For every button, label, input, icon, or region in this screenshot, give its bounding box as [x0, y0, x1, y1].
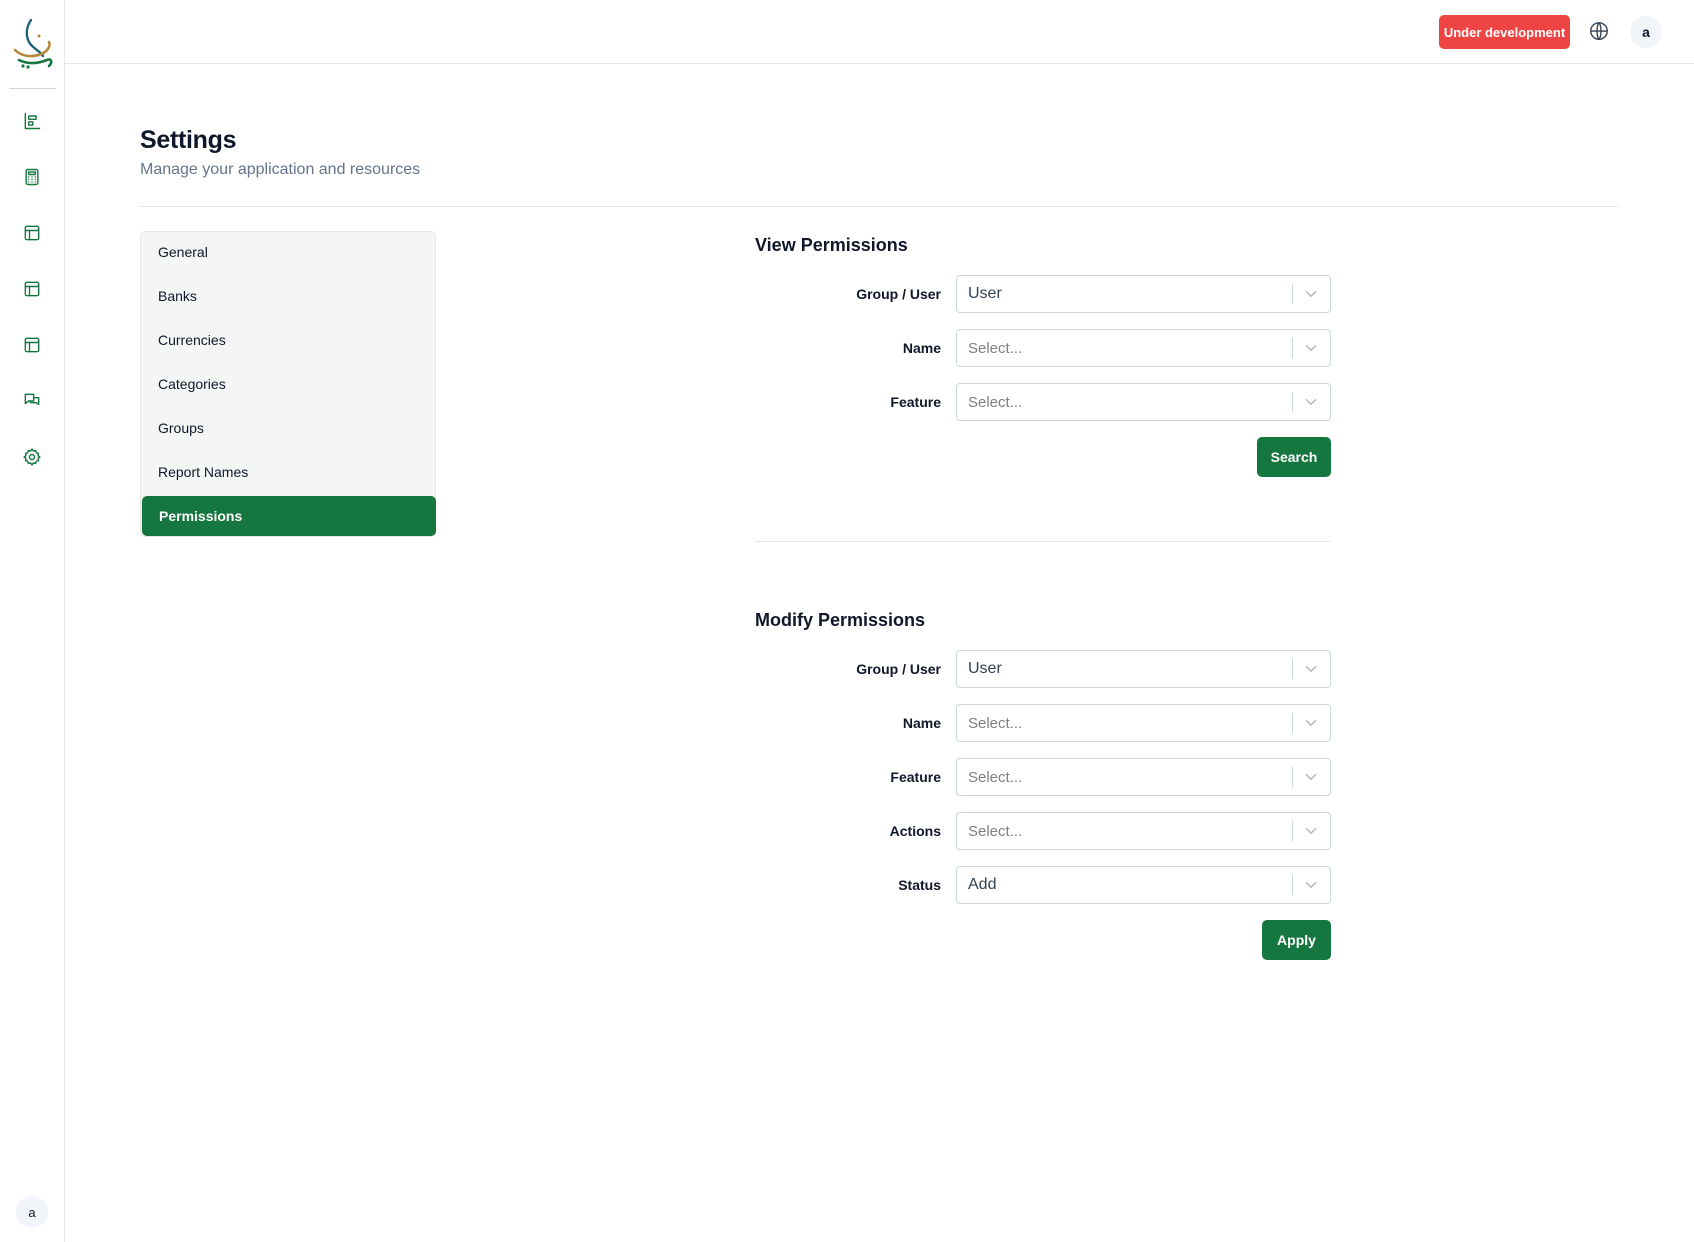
- chevron-down-icon[interactable]: [1302, 714, 1320, 732]
- settings-nav-categories[interactable]: Categories: [141, 364, 437, 404]
- settings-nav-banks[interactable]: Banks: [141, 276, 437, 316]
- select-separator: [1292, 767, 1293, 787]
- rail-avatar[interactable]: a: [16, 1196, 48, 1228]
- select-placeholder: Select...: [968, 714, 1023, 732]
- modify-name-select[interactable]: Select...: [956, 704, 1331, 742]
- section-divider: [755, 541, 1331, 542]
- chevron-down-icon[interactable]: [1302, 285, 1320, 303]
- view-permissions-title: View Permissions: [755, 235, 908, 255]
- select-placeholder: Select...: [968, 339, 1023, 357]
- apply-button[interactable]: Apply: [1262, 920, 1331, 960]
- chevron-down-icon[interactable]: [1302, 339, 1320, 357]
- settings-nav-permissions[interactable]: Permissions: [142, 496, 436, 536]
- modify-group-user-label: Group / User: [856, 661, 941, 677]
- select-separator: [1292, 713, 1293, 733]
- chevron-down-icon[interactable]: [1302, 876, 1320, 894]
- search-button[interactable]: Search: [1257, 437, 1331, 477]
- modify-name-label: Name: [902, 715, 941, 731]
- globe-icon[interactable]: [1588, 20, 1612, 44]
- view-name-label: Name: [902, 340, 941, 356]
- rail-divider: [9, 88, 56, 89]
- settings-nav-report-names[interactable]: Report Names: [141, 452, 437, 492]
- settings-nav-general[interactable]: General: [141, 232, 437, 272]
- chart-icon[interactable]: [20, 109, 44, 133]
- select-separator: [1292, 284, 1293, 304]
- settings-nav: General Banks Currencies Categories Grou…: [140, 231, 436, 537]
- modify-feature-label: Feature: [890, 769, 941, 785]
- select-separator: [1292, 392, 1293, 412]
- select-separator: [1292, 875, 1293, 895]
- select-separator: [1292, 338, 1293, 358]
- settings-nav-currencies[interactable]: Currencies: [141, 320, 437, 360]
- chevron-down-icon[interactable]: [1302, 768, 1320, 786]
- user-avatar[interactable]: a: [1630, 16, 1662, 48]
- table-icon[interactable]: [20, 277, 44, 301]
- left-rail: a: [0, 0, 65, 1242]
- under-development-badge[interactable]: Under development: [1439, 15, 1570, 49]
- header-divider: [140, 206, 1619, 207]
- modify-actions-select[interactable]: Select...: [956, 812, 1331, 850]
- modify-group-user-select[interactable]: User: [956, 650, 1331, 688]
- settings-nav-groups[interactable]: Groups: [141, 408, 437, 448]
- gear-icon[interactable]: [20, 445, 44, 469]
- view-feature-select[interactable]: Select...: [956, 383, 1331, 421]
- modify-permissions-title: Modify Permissions: [755, 610, 926, 630]
- calculator-icon[interactable]: [20, 165, 44, 189]
- view-group-user-label: Group / User: [856, 286, 941, 302]
- view-name-select[interactable]: Select...: [956, 329, 1331, 367]
- select-placeholder: Select...: [968, 393, 1023, 411]
- modify-status-label: Status: [898, 877, 941, 893]
- modify-actions-label: Actions: [889, 823, 941, 839]
- select-placeholder: Select...: [968, 822, 1023, 840]
- select-separator: [1292, 821, 1293, 841]
- table-icon[interactable]: [20, 333, 44, 357]
- select-value: Add: [968, 876, 997, 893]
- chevron-down-icon[interactable]: [1302, 660, 1320, 678]
- modify-feature-select[interactable]: Select...: [956, 758, 1331, 796]
- view-group-user-select[interactable]: User: [956, 275, 1331, 313]
- chat-icon[interactable]: [20, 389, 44, 413]
- view-feature-label: Feature: [890, 394, 941, 410]
- page-subtitle: Manage your application and resources: [140, 161, 421, 178]
- select-value: User: [968, 660, 1002, 677]
- modify-status-select[interactable]: Add: [956, 866, 1331, 904]
- table-icon[interactable]: [20, 221, 44, 245]
- select-separator: [1292, 659, 1293, 679]
- select-placeholder: Select...: [968, 768, 1023, 786]
- chevron-down-icon[interactable]: [1302, 393, 1320, 411]
- app-logo[interactable]: [9, 16, 55, 70]
- page-title: Settings: [140, 126, 237, 154]
- chevron-down-icon[interactable]: [1302, 822, 1320, 840]
- select-value: User: [968, 285, 1002, 302]
